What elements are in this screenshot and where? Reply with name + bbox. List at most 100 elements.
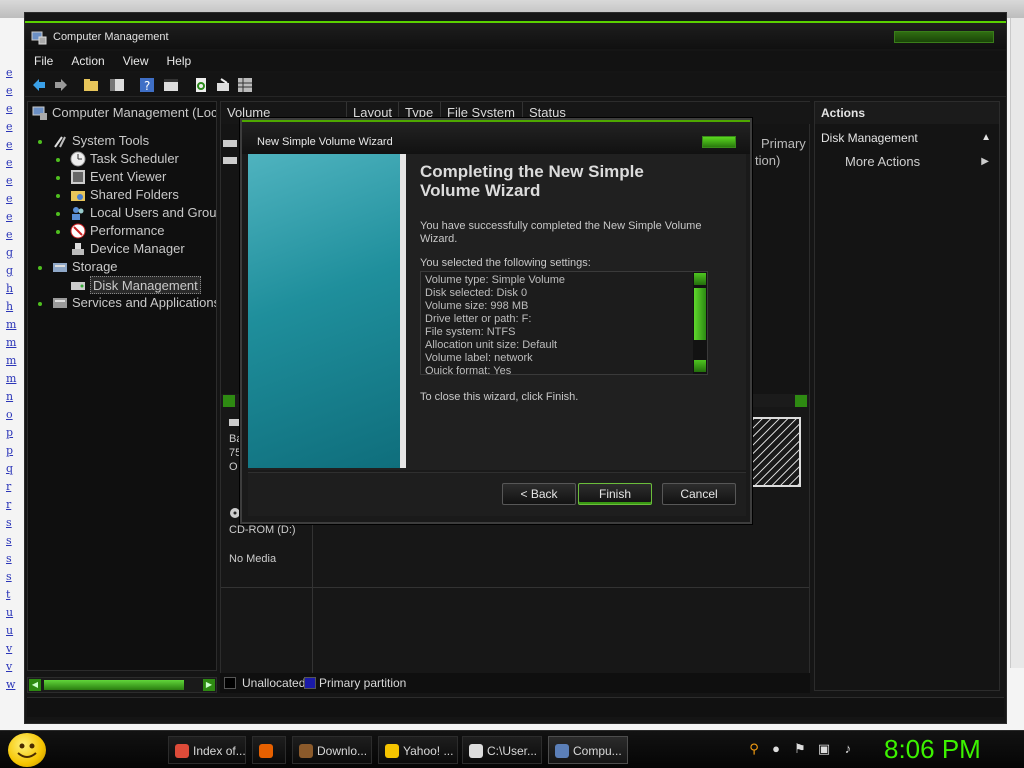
window-titlebar[interactable]: Computer Management	[25, 21, 1006, 49]
background-link[interactable]: e	[6, 82, 18, 100]
taskbar-button-7zip[interactable]: C:\User...	[462, 736, 542, 764]
taskbar-button-yahoo[interactable]: Yahoo! ...	[378, 736, 458, 764]
background-link[interactable]: p	[6, 442, 18, 460]
tree-item-disk-management[interactable]: Disk Management	[90, 276, 201, 294]
network-icon[interactable]: ▣	[816, 741, 832, 757]
tree-horizontal-scrollbar[interactable]: ◀ ▶	[27, 677, 217, 693]
back-button[interactable]: < Back	[502, 483, 576, 505]
background-link[interactable]: v	[6, 640, 18, 658]
background-link[interactable]: n	[6, 388, 18, 406]
flag-icon[interactable]: ⚑	[792, 741, 808, 757]
taskbar-button-firefox[interactable]	[252, 736, 286, 764]
menu-action[interactable]: Action	[62, 51, 113, 71]
background-link[interactable]: w	[6, 676, 18, 694]
search-icon[interactable]: ⚲	[746, 741, 762, 757]
background-link[interactable]: t	[6, 586, 18, 604]
background-link[interactable]: s	[6, 532, 18, 550]
help-icon[interactable]: ?	[139, 77, 155, 93]
actions-section-disk-management[interactable]: Disk Management ▲	[815, 128, 999, 148]
dialog-close-button[interactable]	[702, 136, 736, 148]
disk-view-icon[interactable]	[237, 77, 253, 93]
background-link[interactable]: e	[6, 100, 18, 118]
background-link[interactable]: o	[6, 406, 18, 424]
scroll-right-arrow[interactable]	[795, 395, 807, 407]
background-link[interactable]: e	[6, 136, 18, 154]
properties-icon[interactable]	[163, 77, 179, 93]
background-link[interactable]: e	[6, 118, 18, 136]
background-link[interactable]: m	[6, 352, 18, 370]
export-list-icon[interactable]	[215, 77, 231, 93]
collapse-up-icon[interactable]: ▲	[981, 128, 991, 148]
taskbar-button-chrome[interactable]: Index of...	[168, 736, 246, 764]
background-link[interactable]: u	[6, 604, 18, 622]
show-hide-tree-icon[interactable]	[109, 77, 125, 93]
menu-help[interactable]: Help	[158, 51, 201, 71]
scroll-down-arrow[interactable]	[694, 360, 706, 372]
background-link[interactable]: r	[6, 478, 18, 496]
tree-item-local-users[interactable]: Local Users and Grou	[90, 204, 216, 222]
background-scrollbar[interactable]	[1010, 18, 1024, 668]
up-folder-icon[interactable]	[83, 77, 99, 93]
start-button-smiley-icon[interactable]	[8, 733, 46, 767]
tree-item-event-viewer[interactable]: Event Viewer	[90, 168, 166, 186]
tree-expand-bullet[interactable]	[38, 302, 42, 306]
tree-expand-bullet[interactable]	[56, 158, 60, 162]
background-link[interactable]: e	[6, 208, 18, 226]
window-controls[interactable]	[894, 31, 994, 43]
background-link[interactable]: e	[6, 226, 18, 244]
background-link[interactable]: g	[6, 244, 18, 262]
tree-item-system-tools[interactable]: System Tools	[72, 132, 149, 150]
background-link[interactable]: q	[6, 460, 18, 478]
tree-expand-bullet[interactable]	[56, 212, 60, 216]
background-link[interactable]: v	[6, 658, 18, 676]
finish-button[interactable]: Finish	[578, 483, 652, 505]
background-link[interactable]: e	[6, 172, 18, 190]
tree-expand-bullet[interactable]	[38, 266, 42, 270]
dialog-titlebar[interactable]: New Simple Volume Wizard	[242, 120, 750, 154]
tree-root[interactable]: Computer Management (Loc	[52, 104, 216, 122]
menu-view[interactable]: View	[114, 51, 158, 71]
more-actions-link[interactable]: More Actions	[845, 154, 920, 169]
status-icon[interactable]: ●	[768, 741, 784, 757]
background-link[interactable]: h	[6, 280, 18, 298]
tree-item-storage[interactable]: Storage	[72, 258, 118, 276]
scroll-thumb[interactable]	[694, 288, 706, 340]
tree-expand-bullet[interactable]	[56, 194, 60, 198]
background-link[interactable]: e	[6, 64, 18, 82]
taskbar-button-downloads[interactable]: Downlo...	[292, 736, 372, 764]
background-link[interactable]: e	[6, 154, 18, 172]
background-link[interactable]: s	[6, 514, 18, 532]
settings-scrollbar[interactable]	[693, 272, 707, 374]
scroll-thumb[interactable]	[44, 680, 184, 690]
tree-expand-bullet[interactable]	[56, 230, 60, 234]
scroll-left-arrow[interactable]	[223, 395, 235, 407]
scroll-up-arrow[interactable]	[694, 273, 706, 285]
cancel-button[interactable]: Cancel	[662, 483, 736, 505]
submenu-arrow-icon[interactable]: ▶	[981, 156, 989, 167]
tree-item-services-applications[interactable]: Services and Applications	[72, 294, 216, 312]
tree-item-task-scheduler[interactable]: Task Scheduler	[90, 150, 179, 168]
background-link[interactable]: u	[6, 622, 18, 640]
refresh-icon[interactable]	[193, 77, 209, 93]
tree-item-performance[interactable]: Performance	[90, 222, 164, 240]
background-link[interactable]: m	[6, 334, 18, 352]
forward-arrow-icon[interactable]	[53, 77, 69, 93]
background-link[interactable]: s	[6, 550, 18, 568]
back-arrow-icon[interactable]	[31, 77, 47, 93]
scroll-left-arrow[interactable]: ◀	[29, 679, 41, 691]
background-link[interactable]: h	[6, 298, 18, 316]
background-link[interactable]: p	[6, 424, 18, 442]
tree-item-shared-folders[interactable]: Shared Folders	[90, 186, 179, 204]
background-link[interactable]: r	[6, 496, 18, 514]
unallocated-partition-block[interactable]	[751, 417, 801, 487]
tree-expand-bullet[interactable]	[56, 176, 60, 180]
clock[interactable]: 8:06 PM	[884, 734, 981, 765]
background-link[interactable]: m	[6, 316, 18, 334]
menu-file[interactable]: File	[25, 51, 62, 71]
tree-item-device-manager[interactable]: Device Manager	[90, 240, 185, 258]
background-link[interactable]: e	[6, 190, 18, 208]
background-link[interactable]: s	[6, 568, 18, 586]
scroll-right-arrow[interactable]: ▶	[203, 679, 215, 691]
background-link[interactable]: g	[6, 262, 18, 280]
tree-expand-bullet[interactable]	[38, 140, 42, 144]
